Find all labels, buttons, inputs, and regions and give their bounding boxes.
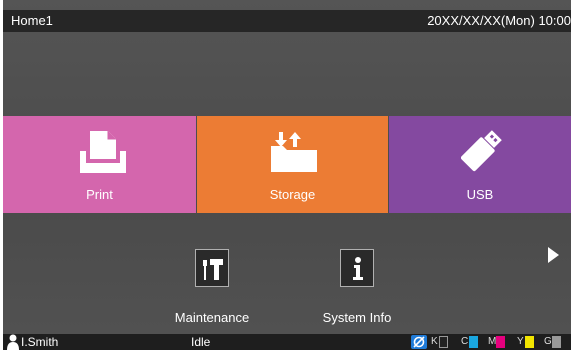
maintenance-icon — [203, 259, 223, 280]
screen-title: Home1 — [11, 13, 53, 28]
print-icon — [80, 131, 126, 173]
machine-status: Idle — [191, 335, 211, 349]
status-bar: I.Smith Idle K C M Y G — [3, 334, 571, 350]
ink-c-level — [469, 336, 478, 348]
ink-m-level — [496, 336, 505, 348]
ink-g-label: G — [544, 336, 552, 347]
usb-icon — [461, 130, 502, 172]
title-bar: Home1 20XX/XX/XX(Mon) 10:00 — [3, 10, 571, 32]
ink-c: C — [461, 334, 478, 350]
ink-m: M — [488, 334, 505, 350]
usb-label: USB — [466, 187, 494, 202]
ink-status-icon[interactable] — [411, 335, 427, 349]
print-button[interactable]: Print — [3, 116, 196, 213]
ink-y-level — [525, 336, 534, 348]
user-name: I.Smith — [21, 335, 59, 349]
ink-y: Y — [517, 334, 534, 350]
ink-g: G — [544, 334, 561, 350]
user-icon — [7, 334, 19, 350]
storage-icon — [271, 132, 317, 172]
system-info-label: System Info — [322, 310, 392, 325]
maintenance-label: Maintenance — [174, 310, 250, 325]
storage-button[interactable]: Storage — [197, 116, 388, 213]
info-icon — [353, 257, 363, 280]
ink-k-label: K — [431, 336, 438, 347]
ink-c-label: C — [461, 336, 469, 347]
ink-k-level — [439, 336, 448, 348]
usb-button[interactable]: USB — [389, 116, 571, 213]
app-tiles: Print Storage USB — [3, 116, 571, 213]
datetime: 20XX/XX/XX(Mon) 10:00 — [427, 13, 571, 28]
maintenance-button[interactable]: Maintenance — [175, 249, 249, 325]
ink-g-level — [552, 336, 561, 348]
storage-label: Storage — [269, 187, 316, 202]
next-page-arrow-icon[interactable] — [548, 247, 559, 263]
print-label: Print — [86, 187, 113, 202]
ink-y-label: Y — [517, 336, 524, 347]
ink-k: K — [431, 334, 448, 350]
home-screen: Home1 20XX/XX/XX(Mon) 10:00 Print Storag… — [3, 0, 571, 350]
system-info-button[interactable]: System Info — [323, 249, 391, 325]
